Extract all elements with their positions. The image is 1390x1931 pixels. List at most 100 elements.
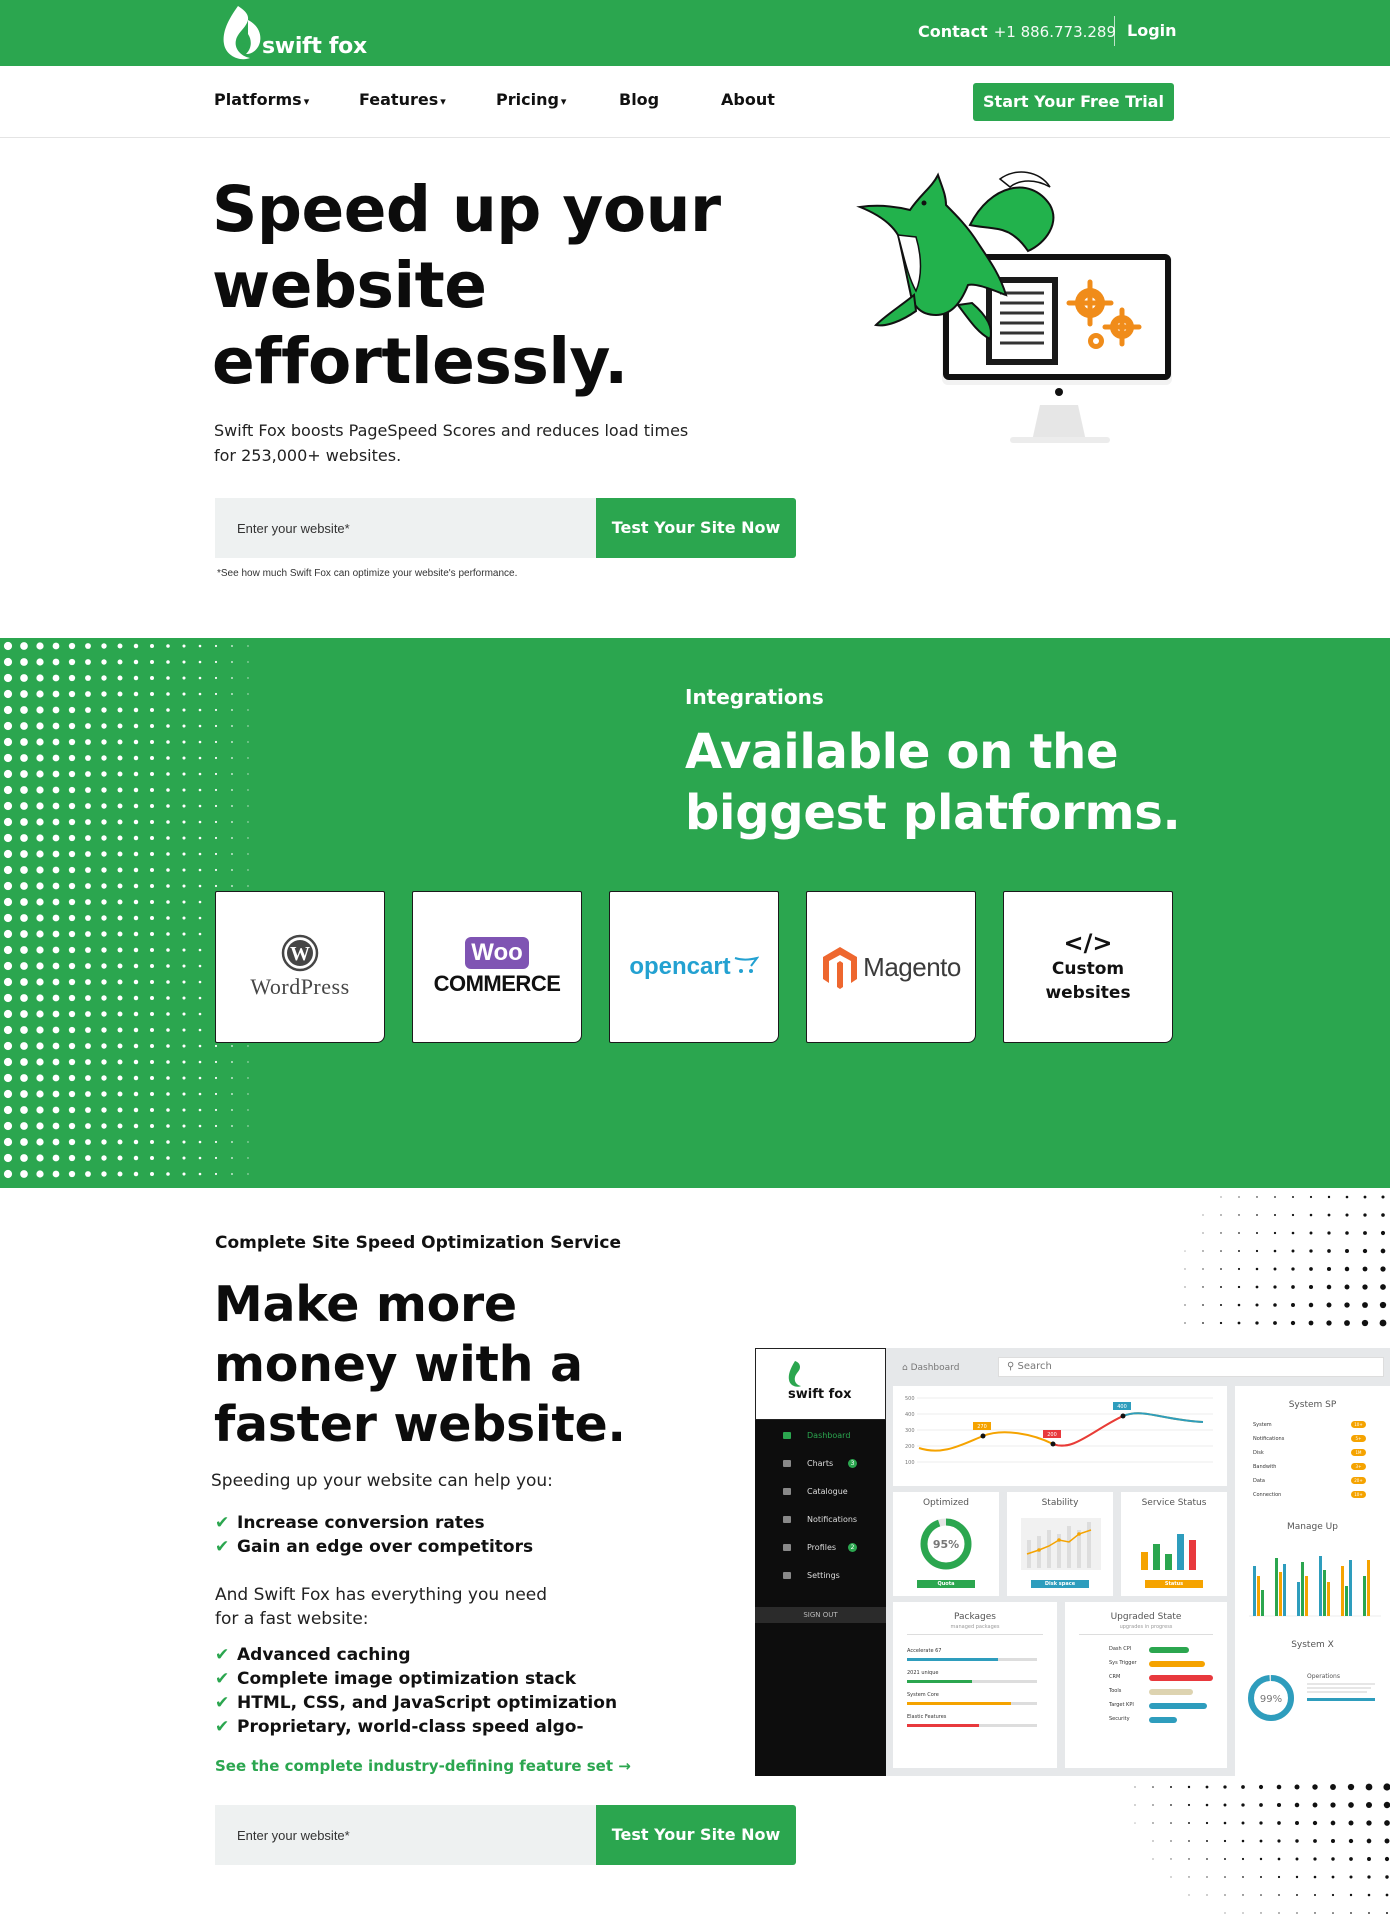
optimization-title: Make more money with a faster website. xyxy=(214,1275,684,1455)
line-chart-panel: 500 400 300 200 100 270 200 400 xyxy=(893,1386,1227,1486)
feature-set-link-label: See the complete industry-defining featu… xyxy=(215,1757,614,1775)
brand-logo[interactable]: swift fox xyxy=(214,0,374,66)
list-item: ✔ Complete image optimization stack xyxy=(215,1667,617,1691)
chart-callout: 400 xyxy=(1117,1404,1127,1410)
upgraded-state-panel: Upgraded State upgrades in progress Dash… xyxy=(1065,1602,1227,1768)
list-item-label: Proprietary, world-class speed algo- xyxy=(237,1717,584,1737)
y-tick-label: 100 xyxy=(905,1460,915,1466)
stability-chart xyxy=(1021,1518,1101,1570)
login-link[interactable]: Login xyxy=(1127,21,1177,40)
svg-text:W: W xyxy=(290,943,310,965)
dashboard-sidebar: swift fox Dashboard Charts 3 Catalogue N… xyxy=(755,1348,886,1776)
dash-menu-dashboard[interactable]: Dashboard xyxy=(807,1431,850,1440)
chart-callout: 200 xyxy=(1047,1432,1057,1438)
system-row-pill: 1M xyxy=(1351,1449,1366,1456)
system-row-label: System xyxy=(1253,1422,1272,1428)
arrow-right-icon: → xyxy=(618,1757,631,1775)
search-icon: ⚲ xyxy=(1007,1361,1015,1372)
integrations-title: Available on the biggest platforms. xyxy=(685,722,1245,844)
hero-title-line: effortlessly. xyxy=(212,325,628,398)
test-site-button[interactable]: Test Your Site Now xyxy=(596,1805,796,1865)
status-tag: Status xyxy=(1145,1580,1203,1588)
nav-platforms[interactable]: Platforms ▾ xyxy=(214,90,309,109)
magento-logo-icon xyxy=(823,947,858,989)
custom-label-line: Custom xyxy=(1051,959,1125,979)
catalogue-icon xyxy=(783,1488,791,1495)
system-sp-title: System SP xyxy=(1288,1400,1337,1410)
system-row-pill: 20+ xyxy=(1351,1477,1366,1484)
platform-card-opencart[interactable]: opencart xyxy=(609,891,779,1043)
upgrade-row-label: Target KPI xyxy=(1109,1702,1134,1708)
optimized-donut: 95% xyxy=(920,1518,972,1570)
hero-website-form: Test Your Site Now xyxy=(215,498,796,558)
list-item: ✔ Proprietary, world-class speed algo- xyxy=(215,1715,617,1739)
dash-menu-notifications[interactable]: Notifications xyxy=(807,1515,857,1524)
dot-pattern-right-bottom xyxy=(1134,1765,1390,1914)
nav-pricing[interactable]: Pricing ▾ xyxy=(496,90,566,109)
phone-number[interactable]: +1 886.773.289 xyxy=(994,23,1116,41)
start-free-trial-button[interactable]: Start Your Free Trial xyxy=(973,83,1174,121)
package-row-label: Elastic Features xyxy=(907,1714,947,1720)
bar-chart-icon xyxy=(783,1460,791,1467)
chevron-down-icon: ▾ xyxy=(303,95,310,108)
magento-label: Magento xyxy=(863,951,961,982)
test-site-button[interactable]: Test Your Site Now xyxy=(596,498,796,558)
dashboard-search[interactable]: ⚲ Search xyxy=(998,1357,1384,1377)
integrations-eyebrow: Integrations xyxy=(685,685,824,709)
platform-card-custom[interactable]: </> Custom websites xyxy=(1003,891,1173,1043)
nav-features[interactable]: Features ▾ xyxy=(359,90,446,109)
y-tick-label: 400 xyxy=(905,1412,915,1418)
packages-title: Packages xyxy=(954,1612,996,1622)
optimization-title-line: Make more xyxy=(214,1276,517,1333)
woocommerce-label: COMMERCE xyxy=(433,971,561,996)
dash-menu-settings[interactable]: Settings xyxy=(807,1571,840,1580)
dash-menu-catalogue[interactable]: Catalogue xyxy=(807,1487,848,1496)
profiles-count-badge: 2 xyxy=(848,1543,857,1552)
list-item-label: Gain an edge over competitors xyxy=(237,1537,534,1557)
nav-pricing-label: Pricing xyxy=(496,90,559,109)
y-tick-label: 200 xyxy=(905,1444,915,1450)
system-row-label: Notifications xyxy=(1253,1436,1285,1442)
upgraded-title: Upgraded State xyxy=(1110,1612,1182,1622)
website-url-input[interactable] xyxy=(215,498,597,558)
dash-menu-profiles[interactable]: Profiles xyxy=(807,1543,836,1552)
manage-up-title: Manage Up xyxy=(1287,1522,1338,1532)
check-icon: ✔ xyxy=(215,1645,230,1665)
platform-card-magento[interactable]: Magento xyxy=(806,891,976,1043)
nav-about[interactable]: About xyxy=(721,90,775,109)
code-icon: </> xyxy=(1063,929,1113,957)
operations-label: Operations xyxy=(1307,1673,1340,1680)
optimization-eyebrow: Complete Site Speed Optimization Service xyxy=(215,1233,621,1253)
system-row-label: Connection xyxy=(1253,1492,1282,1498)
integrations-title-line: Available on the xyxy=(685,724,1119,780)
nav-blog[interactable]: Blog xyxy=(619,90,659,109)
platform-card-woocommerce[interactable]: Woo COMMERCE xyxy=(412,891,582,1043)
feature-set-link[interactable]: See the complete industry-defining featu… xyxy=(215,1757,631,1775)
service-status-chart xyxy=(1141,1534,1196,1570)
optimization-mid-line: And Swift Fox has everything you need xyxy=(215,1585,548,1605)
platform-card-wordpress[interactable]: W WordPress xyxy=(215,891,385,1043)
system-x-donut: 99% Operations xyxy=(1248,1673,1375,1721)
stability-title: Stability xyxy=(1041,1498,1079,1508)
check-icon: ✔ xyxy=(215,1537,230,1557)
system-row-label: Disk xyxy=(1253,1450,1264,1456)
wordpress-logo-icon: W xyxy=(281,934,319,972)
chevron-down-icon: ▾ xyxy=(560,95,567,108)
gear-icon xyxy=(783,1572,791,1579)
list-item-label: HTML, CSS, and JavaScript optimization xyxy=(237,1693,618,1713)
dashboard-mockup: swift fox Dashboard Charts 3 Catalogue N… xyxy=(755,1348,1390,1776)
sign-out-button[interactable]: SIGN OUT xyxy=(755,1607,886,1623)
contact-info[interactable]: Contact +1 886.773.289 xyxy=(918,22,1116,41)
website-url-input[interactable] xyxy=(215,1805,597,1865)
form-disclaimer: *See how much Swift Fox can optimize you… xyxy=(217,568,518,579)
system-row-label: Bandwith xyxy=(1253,1464,1277,1470)
y-tick-label: 300 xyxy=(905,1428,915,1434)
disk-space-tag: Disk space xyxy=(1031,1580,1089,1588)
hero-title: Speed up your website effortlessly. xyxy=(212,172,772,400)
service-status-title: Service Status xyxy=(1141,1498,1207,1508)
dash-menu-charts[interactable]: Charts xyxy=(807,1459,833,1468)
system-x-value: 99% xyxy=(1260,1694,1282,1705)
opencart-label: opencart xyxy=(629,953,731,980)
home-icon xyxy=(783,1432,791,1439)
check-icon: ✔ xyxy=(215,1669,230,1689)
